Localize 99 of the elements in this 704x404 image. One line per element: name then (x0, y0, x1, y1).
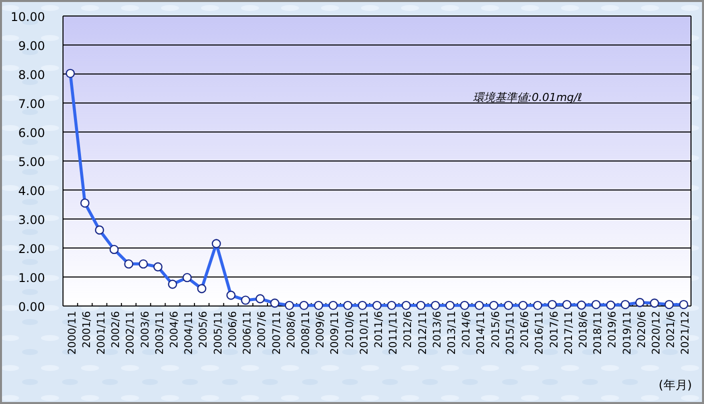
x-tick-label: 2003/11 (154, 311, 166, 355)
data-point (212, 239, 221, 248)
x-tick-label: 2013/6 (431, 311, 444, 348)
data-point (343, 300, 352, 310)
x-tick-label: 2008/11 (300, 311, 312, 355)
data-point (314, 300, 324, 310)
data-point (80, 198, 90, 208)
data-point (474, 300, 484, 310)
y-tick-label: 6.00 (18, 126, 45, 140)
data-point (299, 300, 309, 310)
data-point (270, 298, 280, 308)
x-tick-label: 2002/11 (124, 311, 137, 355)
x-tick-label: 2011/6 (373, 311, 385, 348)
x-tick-label: 2000/11 (66, 311, 78, 355)
x-tick-label: 2011/11 (388, 311, 400, 355)
y-tick-label: 10.00 (10, 10, 45, 24)
data-point (387, 300, 396, 310)
x-tick-label: 2007/6 (256, 311, 268, 348)
data-point (430, 300, 440, 310)
data-point (182, 272, 192, 282)
data-point (460, 300, 470, 310)
data-point (635, 298, 644, 308)
x-tick-label: 2004/6 (168, 311, 181, 348)
data-point (620, 300, 630, 310)
data-point (138, 259, 148, 269)
y-tick-label: 2.00 (18, 242, 45, 256)
data-point (562, 300, 572, 310)
annotation: 環境基準値:0.01mg/ℓ (473, 91, 582, 104)
data-point (664, 300, 674, 310)
data-point (256, 294, 265, 304)
y-tick-label: 1.00 (18, 271, 45, 285)
data-point (328, 300, 338, 310)
data-point (650, 298, 660, 308)
x-tick-label: 2016/6 (519, 311, 532, 348)
x-tick-label: 2009/11 (329, 311, 342, 355)
x-tick-label: 2002/6 (110, 311, 122, 348)
data-point (284, 300, 294, 310)
x-tick-label: 2012/6 (402, 311, 414, 348)
data-point (110, 244, 119, 254)
x-tick-label: 2012/11 (416, 311, 429, 355)
data-point (197, 284, 206, 294)
x-tick-label: 2008/6 (285, 311, 298, 348)
x-tick-label: 2005/11 (212, 311, 224, 355)
x-tick-label: 2010/6 (344, 311, 356, 348)
data-point (679, 300, 688, 310)
x-tick-label: 2018/11 (592, 311, 604, 355)
x-tick-label: 2021/6 (665, 311, 678, 348)
data-point (94, 225, 104, 235)
x-tick-label: 2019/6 (606, 311, 619, 348)
data-point (66, 68, 75, 78)
x-tick-label: 2006/6 (226, 311, 239, 348)
data-point (416, 300, 426, 310)
x-tick-label: 2014/6 (460, 311, 473, 348)
data-point (504, 300, 514, 310)
x-tick-label: 2020/6 (636, 311, 648, 348)
x-tick-label: 2001/6 (80, 311, 93, 348)
data-point (576, 300, 586, 310)
data-point (445, 300, 455, 310)
y-tick-label: 8.00 (18, 68, 45, 82)
y-tick-label: 0.00 (18, 300, 45, 314)
data-point (606, 300, 616, 310)
y-tick-label: 4.00 (18, 184, 45, 198)
x-tick-label: 2016/11 (534, 311, 546, 355)
x-tick-label: 2001/11 (96, 311, 108, 355)
x-tick-label: 2014/11 (475, 311, 488, 355)
x-tick-label: 2017/6 (548, 311, 560, 348)
x-tick-label: 2003/6 (139, 311, 152, 348)
x-tick-label: 2021/12 (680, 311, 692, 355)
data-point (358, 300, 367, 310)
data-point (240, 296, 250, 305)
data-point (168, 280, 178, 289)
data-point (489, 300, 498, 310)
y-tick-label: 9.00 (18, 39, 45, 53)
x-tick-label: 2006/11 (242, 311, 254, 355)
x-tick-label: 2009/6 (314, 311, 327, 348)
data-point (372, 300, 382, 310)
y-tick-label: 5.00 (18, 155, 45, 169)
data-point (533, 300, 542, 310)
x-tick-label: 2007/11 (270, 311, 283, 355)
x-tick-label: 2015/11 (504, 311, 516, 355)
y-tick-label: 3.00 (18, 213, 45, 227)
data-point (548, 300, 557, 310)
data-point (226, 290, 236, 300)
x-axis-title: (年月) (658, 378, 692, 392)
x-tick-label: 2005/6 (198, 311, 210, 348)
x-tick-label: 2013/11 (446, 311, 458, 355)
data-point (153, 262, 163, 272)
x-tick-label: 2017/11 (562, 311, 575, 355)
x-tick-label: 2020/12 (650, 311, 662, 355)
x-tick-label: 2019/11 (621, 311, 634, 355)
data-point (402, 300, 411, 310)
x-tick-label: 2010/11 (358, 311, 370, 355)
x-tick-label: 2018/6 (577, 311, 590, 348)
x-tick-label: 2004/11 (183, 311, 196, 355)
y-tick-label: 7.00 (18, 97, 45, 111)
data-point (591, 300, 601, 310)
data-point (518, 300, 528, 310)
data-point (124, 259, 134, 269)
x-tick-label: 2015/6 (490, 311, 502, 348)
